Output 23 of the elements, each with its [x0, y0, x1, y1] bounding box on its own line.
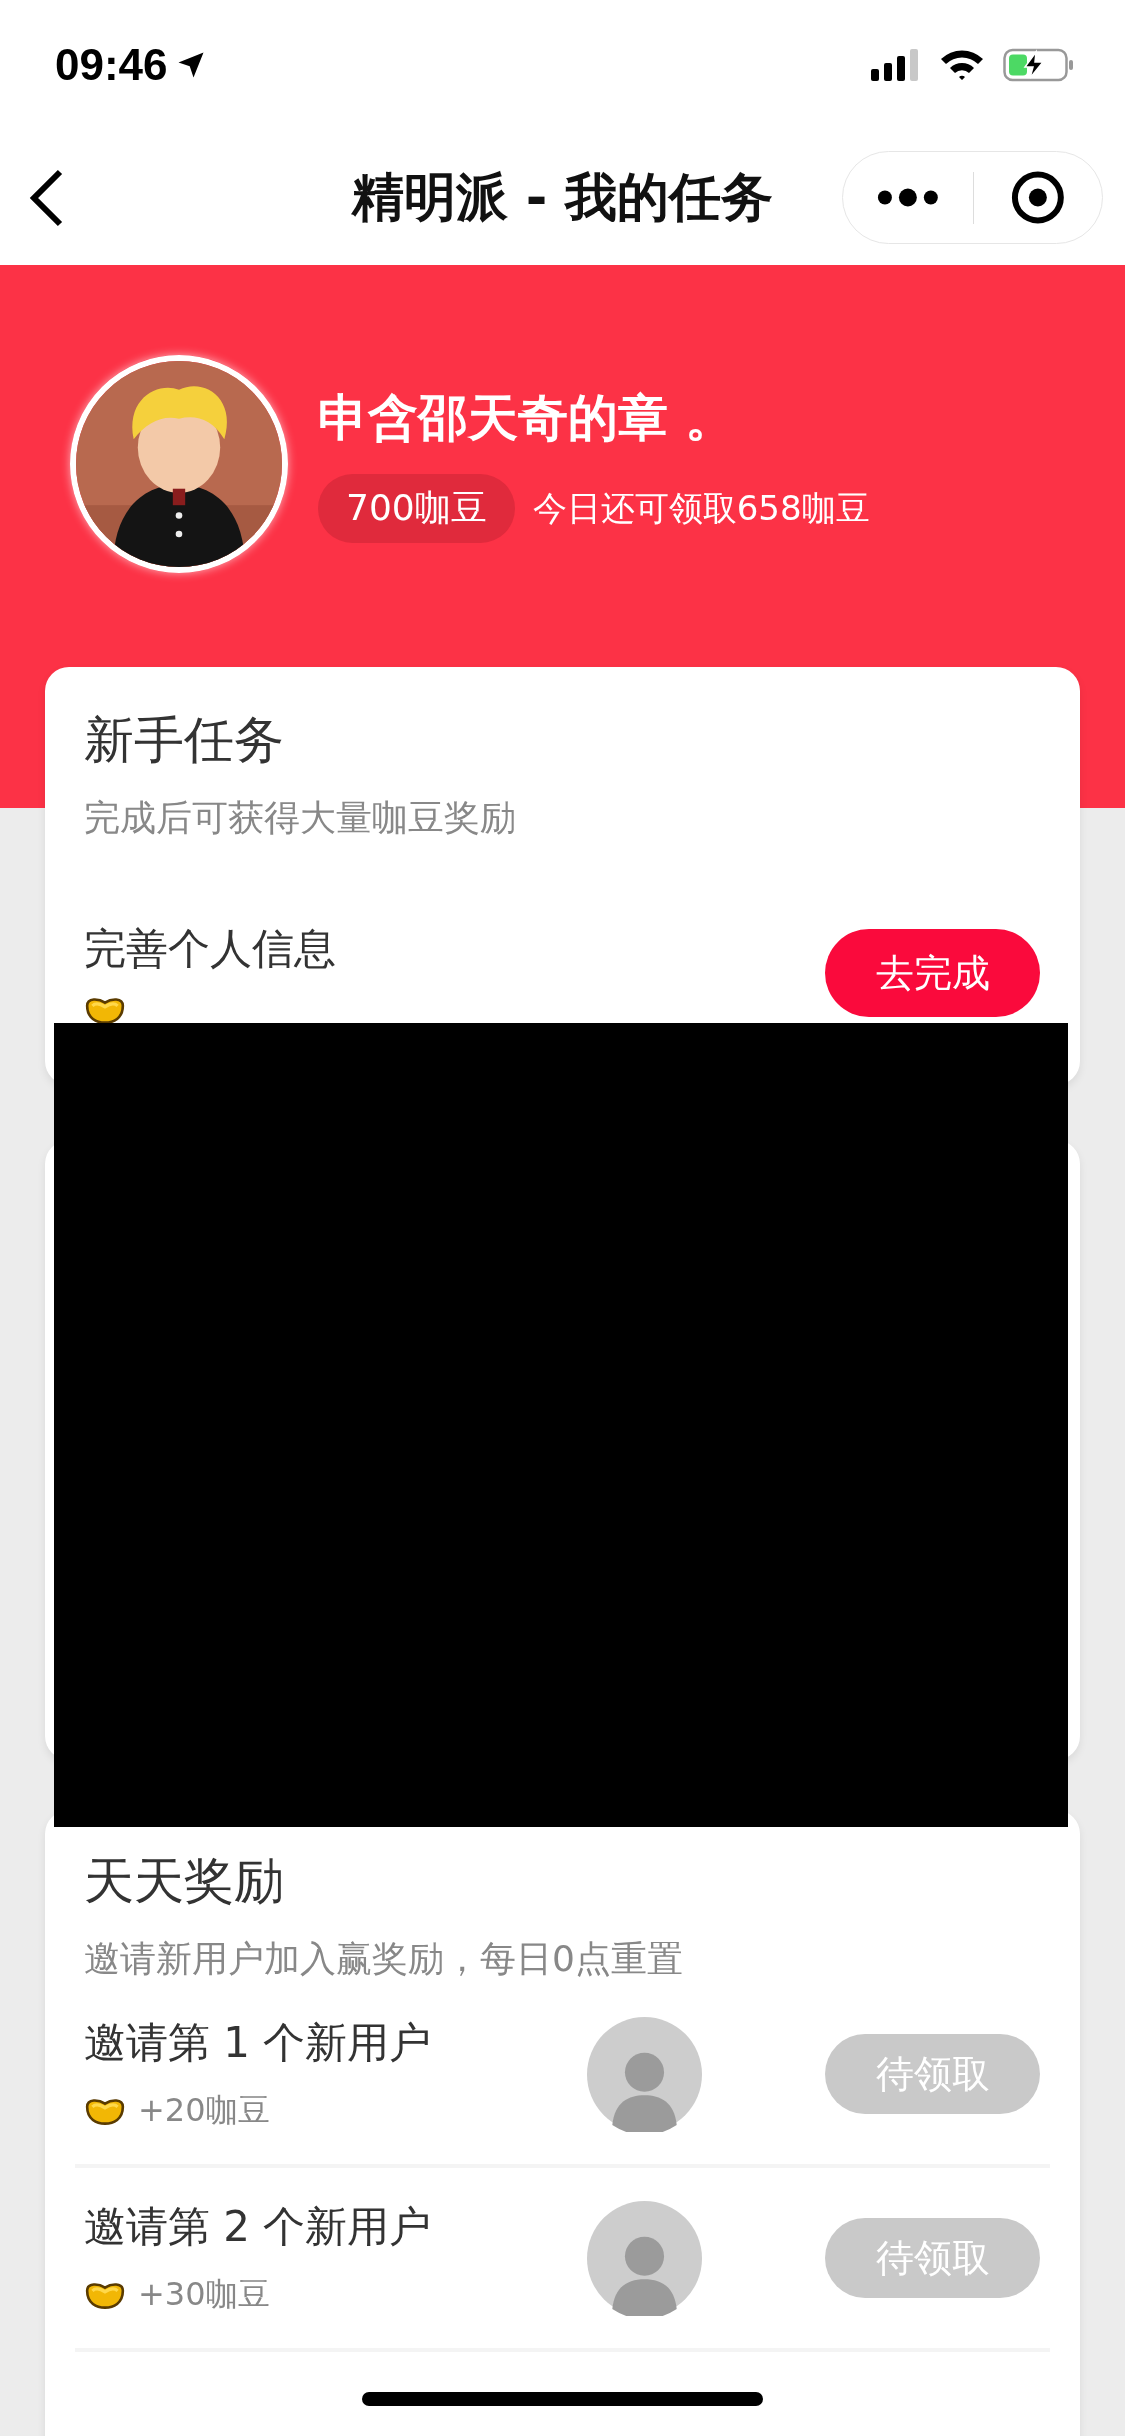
avatar-placeholder-icon	[587, 2200, 702, 2316]
card-title: 新手任务	[83, 710, 285, 771]
bean-icon	[84, 2096, 126, 2126]
bean-icon	[84, 995, 126, 1025]
card-subtitle: 完成后可获得大量咖豆奖励	[83, 796, 517, 840]
page-title: 精明派 - 我的任务	[351, 166, 774, 227]
signal-icon	[871, 49, 921, 81]
task-name: 邀请第 1 个新用户	[84, 2017, 433, 2069]
card-subtitle: 邀请新用户加入赢奖励，每日0点重置	[83, 1937, 684, 1981]
avatar-placeholder-icon	[587, 2016, 702, 2132]
reward-text: +30咖豆	[138, 2274, 270, 2315]
battery-icon	[1003, 48, 1075, 82]
beans-badge: 700咖豆	[318, 474, 515, 543]
card-title: 天天奖励	[83, 1851, 285, 1912]
task-name: 邀请第 2 个新用户	[84, 2201, 433, 2253]
task-name: 完善个人信息	[84, 923, 336, 975]
reward-text: +20咖豆	[138, 2090, 270, 2131]
today-note: 今日还可领取658咖豆	[532, 486, 870, 530]
bean-icon	[84, 2280, 126, 2310]
user-name: 申含邵天奇的章 。	[318, 388, 737, 449]
wifi-icon	[939, 48, 985, 82]
task-button[interactable]: 去完成	[825, 929, 1040, 1017]
status-time: 09:46	[55, 40, 168, 90]
